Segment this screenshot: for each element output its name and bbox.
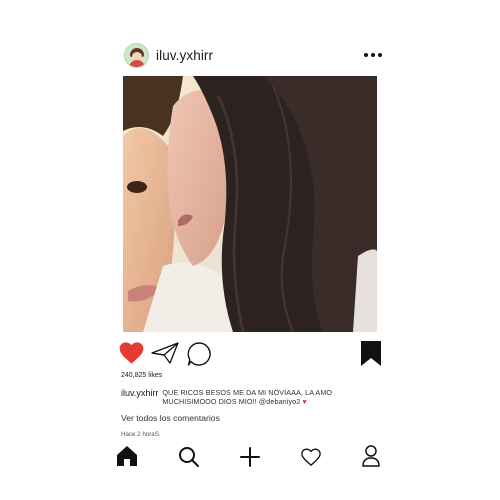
comment-bubble-icon[interactable]	[186, 341, 212, 367]
likes-count: 240,825 likes	[121, 372, 163, 379]
heart-outline-icon[interactable]	[300, 447, 322, 467]
caption-body: QUE RICOS BESOS ME DA MI NOVIAAA, LA AMO…	[162, 388, 371, 406]
search-icon[interactable]	[178, 446, 200, 468]
paper-plane-icon[interactable]	[150, 341, 180, 365]
plus-icon[interactable]	[239, 446, 261, 468]
home-icon[interactable]	[115, 445, 139, 467]
username[interactable]: iluv.yxhirr	[156, 48, 213, 63]
caption: iluv.yxhirr QUE RICOS BESOS ME DA MI NOV…	[121, 388, 371, 406]
timestamp: Hace 2 horaS.	[121, 431, 161, 438]
heart-emoji-icon: ♥	[302, 397, 307, 406]
more-dots-icon[interactable]	[364, 53, 382, 57]
action-bar	[118, 340, 384, 368]
avatar[interactable]	[124, 42, 149, 68]
post-photo[interactable]	[123, 76, 377, 332]
profile-icon[interactable]	[361, 444, 381, 468]
photo-image	[123, 76, 377, 332]
view-comments-link[interactable]: Ver todos los comentarios	[121, 413, 220, 423]
caption-text: QUE RICOS BESOS ME DA MI NOVIAAA, LA AMO…	[162, 388, 333, 406]
bottom-nav	[113, 443, 385, 471]
caption-username[interactable]: iluv.yxhirr	[121, 388, 158, 406]
post-header: iluv.yxhirr	[124, 42, 382, 68]
heart-icon[interactable]	[118, 340, 145, 365]
bookmark-icon[interactable]	[360, 340, 382, 367]
